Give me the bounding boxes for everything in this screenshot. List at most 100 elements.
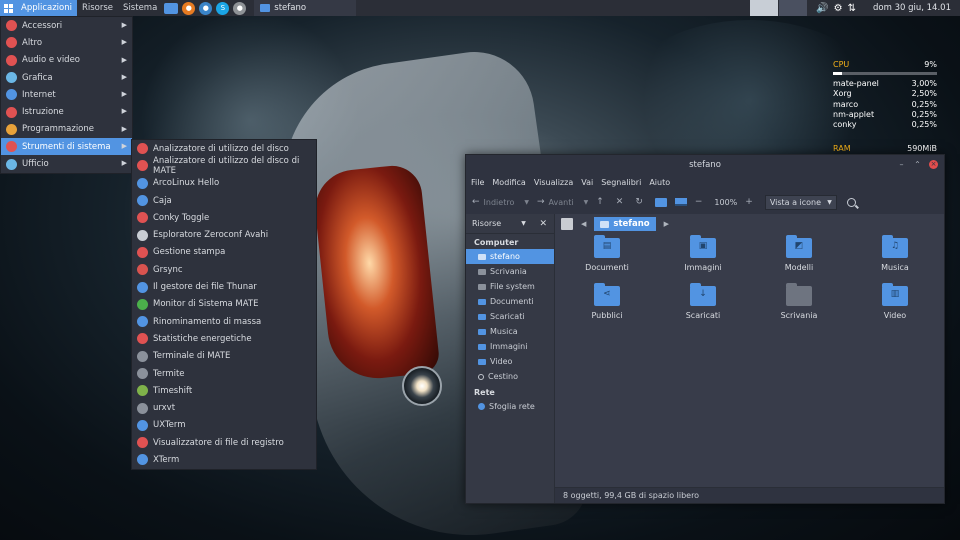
computer-button[interactable] (674, 198, 687, 206)
submenu-item[interactable]: Monitor di Sistema MATE (132, 296, 316, 313)
window-titlebar[interactable]: stefano – ⌃ × (466, 155, 944, 175)
file-item[interactable]: ◩ Modelli (751, 235, 847, 276)
submenu-item[interactable]: ArcoLinux Hello (132, 175, 316, 192)
sidebar-item-label: Immagini (490, 342, 528, 351)
file-item[interactable]: ⋖ Pubblici (559, 283, 655, 324)
panel-menu-sistema[interactable]: Sistema (118, 0, 162, 16)
clock[interactable]: dom 30 giu, 14.01 (864, 3, 960, 13)
arrow-right-icon[interactable]: ▶ (664, 220, 669, 228)
sidebar-item[interactable]: Scrivania (466, 264, 554, 279)
taskbar-item-file-manager[interactable]: stefano (254, 0, 357, 16)
search-icon[interactable] (846, 197, 856, 207)
folder-emblem: ♫ (890, 241, 900, 251)
submenu-item[interactable]: Analizzatore di utilizzo del disco di MA… (132, 156, 316, 176)
steam-launcher-icon[interactable]: ● (233, 1, 247, 15)
submenu-item[interactable]: Termite (132, 365, 316, 382)
menu-grid-icon[interactable] (0, 0, 16, 16)
view-mode-select[interactable]: Vista a icone ▼ (764, 194, 837, 210)
skype-launcher-icon[interactable]: S (216, 1, 230, 15)
zoom-in-button[interactable]: + (745, 197, 757, 207)
home-button[interactable] (654, 197, 667, 207)
sidebar-item[interactable]: stefano (466, 249, 554, 264)
workspace-1[interactable] (750, 0, 779, 16)
file-item[interactable]: ▤ Documenti (559, 235, 655, 276)
network-icon[interactable]: ⇅ (848, 3, 856, 14)
zoom-out-button[interactable]: − (695, 197, 707, 207)
submenu-item[interactable]: XTerm (132, 451, 316, 468)
panel-menu-applicazioni[interactable]: Applicazioni (16, 0, 77, 16)
sidebar-item[interactable]: Video (466, 354, 554, 369)
volume-icon[interactable]: 🔊 (816, 3, 828, 14)
menubar-item[interactable]: Segnalibri (601, 178, 641, 187)
sidebar-item[interactable]: File system (466, 279, 554, 294)
back-button[interactable]: ← Indietro ▼ (472, 197, 529, 207)
minimize-icon[interactable]: – (897, 160, 906, 169)
system-tray: 🔊 ⚙ ⇅ (816, 3, 856, 14)
submenu-item[interactable]: Timeshift (132, 382, 316, 399)
submenu-item[interactable]: Caja (132, 192, 316, 209)
sidebar-item-label: Cestino (488, 372, 518, 381)
sidebar-item[interactable]: Cestino (466, 369, 554, 384)
edit-location-icon[interactable] (561, 218, 573, 230)
app-menu-item[interactable]: Istruzione ▶ (1, 103, 132, 120)
file-manager-launcher-icon[interactable] (164, 2, 179, 14)
app-menu-item[interactable]: Altro ▶ (1, 34, 132, 51)
stop-button[interactable]: ✕ (616, 197, 628, 207)
menubar-item[interactable]: Aiuto (649, 178, 670, 187)
menubar-item[interactable]: Modifica (492, 178, 525, 187)
submenu-item[interactable]: Statistiche energetiche (132, 330, 316, 347)
up-button[interactable]: ↑ (596, 197, 608, 207)
submenu-item[interactable]: Esploratore Zeroconf Avahi (132, 226, 316, 243)
sidebar-header[interactable]: Risorse ▼ ✕ (466, 214, 554, 234)
submenu-item[interactable]: Analizzatore di utilizzo del disco (132, 140, 316, 157)
submenu-item[interactable]: urxvt (132, 399, 316, 416)
submenu-item[interactable]: Visualizzatore di file di registro (132, 434, 316, 451)
file-item[interactable]: ▣ Immagini (655, 235, 751, 276)
thunderbird-launcher-icon[interactable]: ● (199, 1, 213, 15)
folder-icon: ▤ (594, 235, 620, 258)
app-menu-item[interactable]: Internet ▶ (1, 86, 132, 103)
submenu-item[interactable]: Grsync (132, 261, 316, 278)
arrow-left-icon[interactable]: ◀ (581, 220, 586, 228)
app-icon (137, 246, 148, 258)
breadcrumb[interactable]: stefano (594, 217, 656, 231)
maximize-icon[interactable]: ⌃ (913, 160, 922, 169)
workspace-2[interactable] (779, 0, 808, 16)
sidebar-item[interactable]: Scaricati (466, 309, 554, 324)
app-menu-item[interactable]: Audio e video ▶ (1, 52, 132, 69)
app-menu-item[interactable]: Grafica ▶ (1, 69, 132, 86)
forward-button[interactable]: → Avanti ▼ (537, 197, 588, 207)
app-menu-item[interactable]: Ufficio ▶ (1, 155, 132, 172)
menubar-item[interactable]: File (471, 178, 484, 187)
file-item[interactable]: ↓ Scaricati (655, 283, 751, 324)
menubar-item[interactable]: Visualizza (534, 178, 573, 187)
close-icon[interactable]: × (929, 160, 938, 169)
app-menu-item[interactable]: Programmazione ▶ (1, 121, 132, 138)
sidebar-item-label: Documenti (490, 297, 534, 306)
folder-emblem: ▤ (602, 241, 612, 251)
sidebar-item[interactable]: Immagini (466, 339, 554, 354)
sidebar-item[interactable]: Sfoglia rete (466, 399, 554, 414)
submenu-item[interactable]: Gestione stampa (132, 244, 316, 261)
submenu-item[interactable]: Il gestore dei file Thunar (132, 278, 316, 295)
sidebar-item[interactable]: Musica (466, 324, 554, 339)
gear-icon[interactable]: ⚙ (834, 3, 843, 14)
file-item[interactable]: Scrivania (751, 283, 847, 324)
file-item[interactable]: ♫ Musica (847, 235, 943, 276)
submenu-item[interactable]: UXTerm (132, 417, 316, 434)
submenu-item[interactable]: Conky Toggle (132, 209, 316, 226)
sidebar-item[interactable]: Documenti (466, 294, 554, 309)
close-icon[interactable]: ✕ (539, 219, 547, 229)
submenu-item[interactable]: Terminale di MATE (132, 348, 316, 365)
process-name: nm-applet (833, 109, 875, 119)
app-menu-item[interactable]: Accessori ▶ (1, 17, 132, 34)
reload-button[interactable]: ↻ (635, 197, 647, 207)
chevron-down-icon[interactable]: ▼ (521, 220, 526, 227)
app-menu-item[interactable]: Strumenti di sistema ▶ (1, 138, 132, 156)
submenu-item[interactable]: Rinominamento di massa (132, 313, 316, 330)
firefox-launcher-icon[interactable]: ● (182, 1, 196, 15)
panel-menu-risorse[interactable]: Risorse (77, 0, 118, 16)
trash-icon (478, 373, 484, 380)
menubar-item[interactable]: Vai (581, 178, 593, 187)
file-item[interactable]: ▥ Video (847, 283, 943, 324)
